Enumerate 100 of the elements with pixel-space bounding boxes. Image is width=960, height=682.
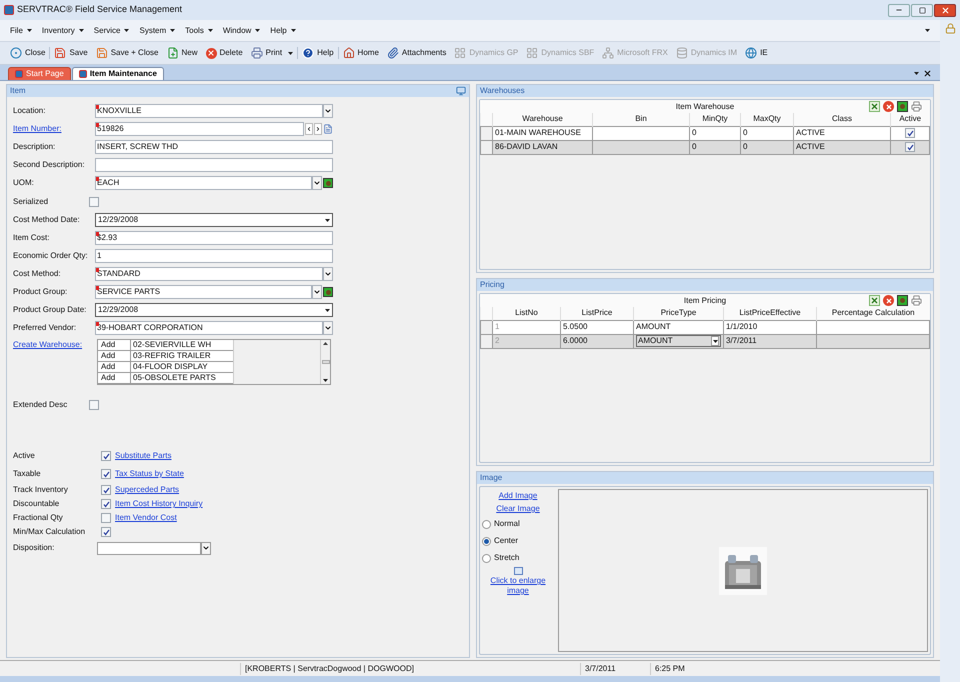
table-row[interactable]: 01-MAIN WAREHOUSE 0 0 ACTIVE — [480, 126, 930, 140]
checkbox[interactable] — [101, 451, 111, 461]
menu-item[interactable]: System — [139, 24, 176, 36]
input-field[interactable]: 519826 — [95, 122, 304, 136]
checkbox[interactable] — [905, 142, 915, 152]
input-field[interactable] — [95, 158, 333, 172]
input-field[interactable]: EACH — [95, 176, 312, 190]
link[interactable]: Add Image — [498, 490, 538, 502]
link[interactable]: Tax Status by State — [115, 468, 184, 480]
link[interactable]: Superceded Parts — [115, 484, 180, 496]
toolbar-button[interactable]: Help — [302, 47, 334, 59]
scrollbar[interactable] — [320, 340, 330, 384]
menu-item[interactable]: Inventory — [42, 24, 84, 36]
up-arrow-icon[interactable] — [323, 342, 328, 345]
link[interactable]: Item Cost History Inquiry — [115, 498, 203, 510]
link[interactable]: Clear Image — [496, 503, 540, 515]
list-cell[interactable]: Add — [98, 373, 131, 383]
checkbox[interactable] — [89, 196, 99, 206]
menu-item[interactable]: File — [10, 24, 32, 36]
radio-button[interactable] — [482, 554, 491, 562]
dropdown-field[interactable] — [97, 542, 211, 554]
dropdown-field[interactable]: AMOUNT — [636, 335, 721, 347]
input-field[interactable]: $2.93 — [95, 231, 333, 245]
tab[interactable]: Item Maintenance — [72, 67, 164, 80]
image-icon[interactable] — [514, 567, 522, 575]
radio-button[interactable] — [482, 520, 491, 528]
delete-icon[interactable] — [883, 101, 894, 112]
list-cell[interactable]: 04-FLOOR DISPLAY — [131, 362, 233, 372]
radio-button[interactable] — [482, 536, 491, 546]
column-header[interactable]: ListPrice — [560, 307, 634, 320]
next-button[interactable] — [314, 123, 322, 135]
column-header[interactable]: Class — [794, 113, 890, 126]
toolbar-button[interactable]: Print — [250, 47, 294, 59]
checkbox[interactable] — [89, 400, 99, 410]
link[interactable]: Create Warehouse: — [11, 339, 97, 351]
printer-icon[interactable] — [911, 295, 922, 306]
previous-button[interactable] — [305, 123, 313, 135]
column-header[interactable]: ListPriceEffective — [724, 307, 816, 320]
close-icon[interactable] — [923, 69, 932, 78]
link[interactable]: Substitute Parts — [115, 450, 172, 462]
checkbox[interactable] — [101, 469, 111, 479]
list-cell[interactable]: Add — [98, 362, 131, 372]
delete-icon[interactable] — [883, 295, 894, 306]
scroll-thumb[interactable] — [322, 360, 330, 364]
column-header[interactable]: Percentage Calculation — [816, 307, 930, 320]
date-field[interactable]: 12/29/2008 — [95, 213, 333, 227]
close-button[interactable] — [934, 4, 956, 16]
checkbox[interactable] — [905, 128, 915, 138]
table-row[interactable]: 2 6.0000 AMOUNT 3/7/2011 — [480, 334, 930, 348]
menu-item[interactable]: Service — [94, 24, 130, 36]
menu-item[interactable]: Help — [270, 24, 296, 36]
toolbar-button[interactable]: Close — [10, 47, 46, 59]
list-cell[interactable]: Add — [98, 351, 131, 361]
table-row[interactable]: 1 5.0500 AMOUNT 1/1/2010 — [480, 320, 930, 334]
input-field[interactable]: SERVICE PARTS — [95, 285, 312, 299]
checkbox[interactable] — [101, 485, 111, 495]
column-header[interactable]: PriceType — [634, 307, 724, 320]
checkbox[interactable] — [101, 499, 111, 509]
column-header[interactable]: Warehouse — [492, 113, 592, 126]
toolbar-button[interactable]: Save — [54, 47, 88, 59]
menu-item[interactable]: Window — [222, 24, 260, 36]
spreadsheet-icon[interactable] — [869, 295, 880, 306]
menu-item[interactable]: Tools — [185, 24, 213, 36]
toolbar-button[interactable]: Home — [342, 47, 379, 59]
toolbar-button[interactable]: New — [166, 47, 198, 59]
printer-icon[interactable] — [911, 101, 922, 112]
column-header[interactable]: MaxQty — [740, 113, 794, 126]
monitor-icon[interactable] — [456, 86, 466, 96]
link[interactable]: Item Number: — [13, 123, 95, 135]
dropdown-button[interactable] — [323, 104, 333, 118]
column-header[interactable]: Active — [890, 113, 930, 126]
link[interactable]: Item Vendor Cost — [115, 512, 177, 524]
link[interactable]: Click to enlarge image — [490, 576, 546, 596]
input-field[interactable]: KNOXVILLE — [95, 104, 323, 118]
toolbar-button[interactable]: Attachments — [386, 47, 446, 59]
table-row[interactable]: 86-DAVID LAVAN 0 0 ACTIVE — [480, 140, 930, 154]
date-field[interactable]: 12/29/2008 — [95, 303, 333, 317]
column-header[interactable]: ListNo — [492, 307, 560, 320]
checkbox[interactable] — [101, 513, 111, 523]
input-field[interactable]: 39-HOBART CORPORATION — [95, 321, 323, 335]
dropdown-button[interactable] — [323, 267, 333, 281]
input-field[interactable]: STANDARD — [95, 267, 323, 281]
spreadsheet-icon[interactable] — [869, 101, 880, 112]
dropdown-button[interactable] — [323, 321, 333, 335]
dropdown-button[interactable] — [312, 176, 322, 190]
toolbar-button[interactable]: Save + Close — [96, 47, 158, 59]
checkbox[interactable] — [101, 527, 111, 537]
dropdown-button[interactable] — [312, 285, 322, 299]
column-header[interactable]: MinQty — [690, 113, 740, 126]
input-field[interactable]: 1 — [95, 249, 333, 263]
list-cell[interactable]: 02-SEVIERVILLE WH — [131, 340, 233, 350]
list-cell[interactable]: Add — [98, 340, 131, 350]
lock-icon[interactable] — [944, 23, 956, 34]
toolbar-button[interactable]: IE — [745, 47, 768, 59]
toolbar-button[interactable]: Delete — [206, 47, 243, 59]
list-cell[interactable]: 05-OBSOLETE PARTS — [131, 373, 233, 383]
column-header[interactable]: Bin — [592, 113, 690, 126]
restore-button[interactable] — [911, 4, 933, 16]
list-cell[interactable]: 03-REFRIG TRAILER — [131, 351, 233, 361]
input-field[interactable]: INSERT, SCREW THD — [95, 140, 333, 154]
